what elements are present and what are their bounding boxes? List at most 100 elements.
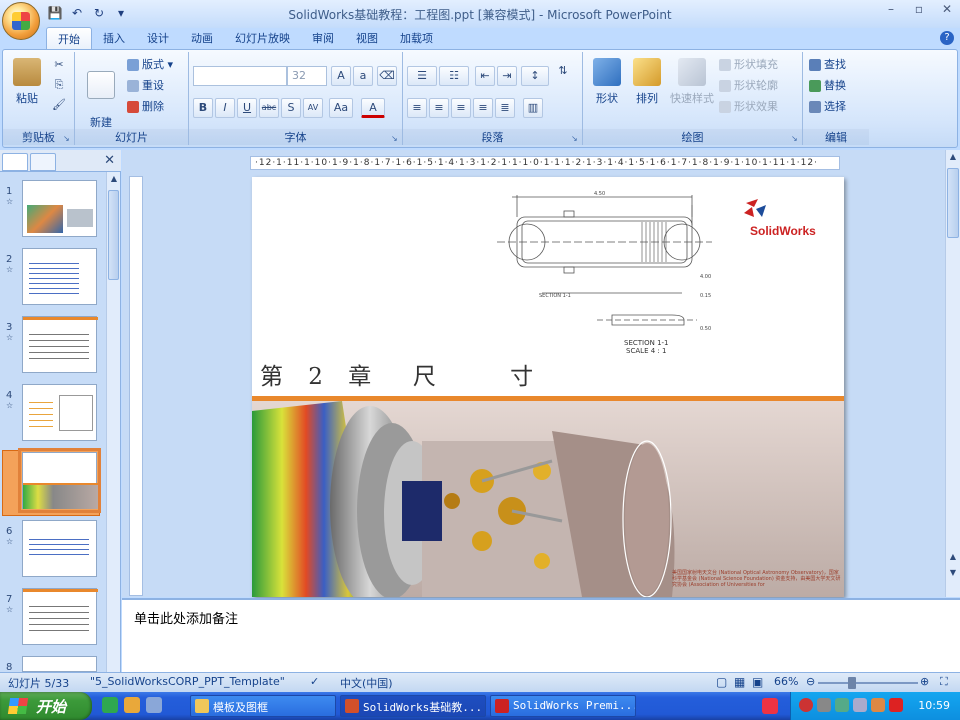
tray-icon[interactable] — [817, 698, 831, 712]
next-slide-icon[interactable]: ▼ — [945, 566, 960, 580]
save-icon[interactable]: 💾 — [46, 4, 64, 22]
slide-thumbnail-6[interactable] — [22, 520, 97, 577]
shapes-button[interactable]: 形状 — [589, 58, 625, 106]
help-icon[interactable]: ? — [940, 31, 954, 45]
copy-icon[interactable]: ⎘ — [49, 76, 69, 96]
notes-placeholder[interactable]: 单击此处添加备注 — [134, 608, 238, 627]
spacing-button[interactable]: AV — [303, 98, 323, 118]
scrollbar-thumb[interactable] — [108, 190, 119, 280]
shape-fill-button[interactable]: 形状填充 — [719, 56, 778, 74]
minimize-button[interactable]: – — [882, 2, 900, 20]
tab-design[interactable]: 设计 — [136, 27, 180, 49]
quick-styles-button[interactable]: 快速样式 — [667, 58, 717, 106]
tab-review[interactable]: 审阅 — [301, 27, 345, 49]
quicklaunch-icon[interactable] — [124, 697, 140, 713]
taskbar-item-powerpoint[interactable]: SolidWorks基础教... — [340, 695, 486, 717]
tab-outline[interactable] — [30, 153, 56, 171]
quicklaunch-icon[interactable] — [146, 697, 162, 713]
spellcheck-icon[interactable]: ✓ — [310, 675, 319, 688]
paste-button[interactable]: 粘贴 — [7, 58, 47, 106]
font-size-combo[interactable]: 32 — [287, 66, 327, 86]
italic-button[interactable]: I — [215, 98, 235, 118]
clear-format-icon[interactable]: ⌫ — [377, 66, 397, 86]
start-button[interactable]: 开始 — [0, 692, 92, 720]
office-button[interactable] — [2, 2, 40, 40]
redo-icon[interactable]: ↻ — [90, 4, 108, 22]
previous-slide-icon[interactable]: ▲ — [945, 550, 960, 564]
arrange-button[interactable]: 排列 — [629, 58, 665, 106]
align-center-icon[interactable]: ≡ — [429, 98, 449, 118]
slide-thumbnail-3[interactable] — [22, 316, 98, 373]
scroll-up-icon[interactable]: ▲ — [106, 172, 122, 186]
restore-button[interactable]: ▫ — [910, 2, 928, 20]
cut-icon[interactable]: ✂ — [49, 56, 69, 76]
grow-font-icon[interactable]: A — [331, 66, 351, 86]
shape-effects-button[interactable]: 形状效果 — [719, 98, 778, 116]
columns-icon[interactable]: ▥ — [523, 98, 543, 118]
zoom-slider-knob[interactable] — [848, 677, 856, 689]
tab-slides-thumbnails[interactable] — [2, 153, 28, 171]
justify-icon[interactable]: ≡ — [473, 98, 493, 118]
tray-app-icon[interactable] — [762, 698, 778, 714]
zoom-out-icon[interactable]: ⊖ — [806, 675, 815, 688]
undo-icon[interactable]: ↶ — [68, 4, 86, 22]
bold-button[interactable]: B — [193, 98, 213, 118]
slide-thumbnail-1[interactable] — [22, 180, 97, 237]
volume-icon[interactable] — [853, 698, 867, 712]
close-button[interactable]: ✕ — [938, 2, 956, 20]
slide-thumbnail-4[interactable] — [22, 384, 97, 441]
align-right-icon[interactable]: ≡ — [451, 98, 471, 118]
tab-insert[interactable]: 插入 — [92, 27, 136, 49]
text-direction-icon[interactable]: ⇅ — [553, 62, 573, 82]
shrink-font-icon[interactable]: a — [353, 66, 373, 86]
zoom-slider[interactable] — [818, 682, 918, 684]
distribute-icon[interactable]: ≣ — [495, 98, 515, 118]
fit-window-icon[interactable]: ⛶ — [940, 675, 948, 689]
bullets-icon[interactable]: ☰ — [407, 66, 437, 86]
change-case-button[interactable]: Aa — [329, 98, 353, 118]
tray-icon[interactable] — [799, 698, 813, 712]
tab-slideshow[interactable]: 幻灯片放映 — [224, 27, 301, 49]
line-spacing-icon[interactable]: ↕ — [521, 66, 549, 86]
slide-thumbnail-2[interactable] — [22, 248, 97, 305]
slide-thumbnail-5[interactable] — [18, 448, 101, 513]
quicklaunch-icon[interactable] — [102, 697, 118, 713]
tray-icon[interactable] — [871, 698, 885, 712]
find-button[interactable]: 查找 — [809, 56, 846, 74]
increase-indent-icon[interactable]: ⇥ — [497, 66, 517, 86]
slide-sorter-icon[interactable]: ▦ — [734, 675, 745, 689]
tray-icon[interactable] — [889, 698, 903, 712]
underline-button[interactable]: U — [237, 98, 257, 118]
zoom-level[interactable]: 66% — [774, 675, 798, 688]
tab-addins[interactable]: 加载项 — [389, 27, 444, 49]
slides-pane-scrollbar[interactable]: ▲ — [106, 172, 120, 672]
font-name-combo[interactable] — [193, 66, 287, 86]
normal-view-icon[interactable]: ▢ — [716, 675, 727, 689]
decrease-indent-icon[interactable]: ⇤ — [475, 66, 495, 86]
current-slide[interactable]: 4.50 4.00 0.15 0.50 SECTION 1-1 SolidWor… — [252, 177, 844, 597]
tab-view[interactable]: 视图 — [345, 27, 389, 49]
notes-pane[interactable]: 单击此处添加备注 — [122, 598, 960, 672]
font-color-button[interactable]: A — [361, 98, 385, 118]
taskbar-item-solidworks[interactable]: SolidWorks Premi... — [490, 695, 636, 717]
numbering-icon[interactable]: ☷ — [439, 66, 469, 86]
tray-icon[interactable] — [835, 698, 849, 712]
shape-outline-button[interactable]: 形状轮廓 — [719, 77, 778, 95]
scrollbar-thumb[interactable] — [947, 168, 959, 238]
strikethrough-button[interactable]: abc — [259, 98, 279, 118]
reset-button[interactable]: 重设 — [127, 77, 164, 95]
align-left-icon[interactable]: ≡ — [407, 98, 427, 118]
font-launcher-icon[interactable]: ↘ — [391, 134, 400, 143]
slideshow-view-icon[interactable]: ▣ — [752, 675, 763, 689]
language[interactable]: 中文(中国) — [340, 675, 393, 691]
shadow-button[interactable]: S — [281, 98, 301, 118]
select-button[interactable]: 选择 — [809, 98, 846, 116]
replace-button[interactable]: 替换 — [809, 77, 846, 95]
scroll-up-icon[interactable]: ▲ — [945, 150, 960, 164]
format-painter-icon[interactable]: 🖌 — [49, 96, 69, 116]
delete-slide-button[interactable]: 删除 — [127, 98, 164, 116]
slide-scrollbar[interactable]: ▲ ▲ ▼ — [945, 150, 960, 597]
pane-close-icon[interactable]: ✕ — [104, 153, 115, 168]
tab-home[interactable]: 开始 — [46, 27, 92, 49]
clipboard-launcher-icon[interactable]: ↘ — [63, 134, 72, 143]
